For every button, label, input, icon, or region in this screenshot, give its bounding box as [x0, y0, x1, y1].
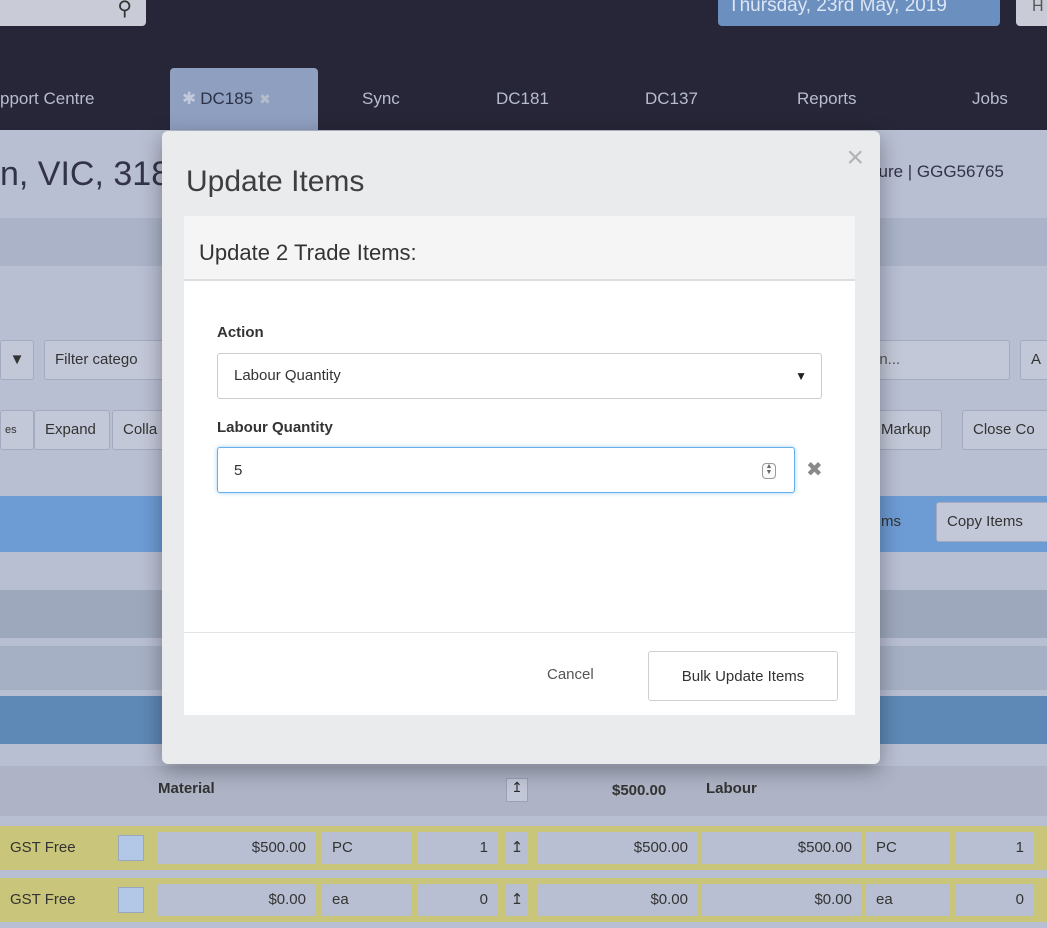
material-qty[interactable]: 0 — [418, 884, 498, 916]
tax-label: GST Free — [10, 839, 76, 856]
labour-rate[interactable]: $500.00 — [702, 832, 862, 864]
material-unit[interactable]: ea — [322, 884, 412, 916]
tab-label: DC185 — [200, 89, 254, 108]
tab-dc185[interactable]: ✱ DC185 ✖ — [170, 68, 318, 130]
tab-dc181[interactable]: DC181 — [496, 68, 549, 130]
rates-button[interactable]: es — [0, 410, 34, 450]
table-header: Material ↥ $500.00 Labour — [0, 766, 1047, 816]
job-reference: sure | GGG56765 — [870, 162, 1004, 181]
close-costing-button[interactable]: Close Co — [962, 410, 1047, 450]
tab-jobs[interactable]: Jobs — [972, 68, 1008, 130]
cancel-button[interactable]: Cancel — [547, 666, 594, 683]
expand-button[interactable]: Expand — [34, 410, 110, 450]
location-search-input[interactable]: on... — [860, 340, 1010, 380]
sort-up-icon[interactable]: ↥ — [506, 832, 528, 864]
table-row: GST Free $0.00 ea 0 ↥ $0.00 $0.00 ea 0 — [0, 878, 1047, 922]
material-rate[interactable]: $0.00 — [158, 884, 316, 916]
search-icon[interactable]: ⚲ — [117, 0, 132, 19]
row-checkbox[interactable] — [118, 887, 144, 913]
sort-up-icon[interactable]: ↥ — [506, 778, 528, 802]
action-select-value: Labour Quantity — [234, 367, 341, 384]
clear-icon[interactable]: ✖ — [806, 457, 823, 482]
material-total: $0.00 — [538, 884, 698, 916]
job-address: n, VIC, 318 — [0, 155, 171, 193]
labour-qty[interactable]: 1 — [956, 832, 1034, 864]
table-row: GST Free $500.00 PC 1 ↥ $500.00 $500.00 … — [0, 826, 1047, 870]
number-spinner-icon[interactable]: ▲ ▼ — [762, 463, 776, 479]
tab-label: pport Centre — [0, 89, 95, 108]
labour-quantity-label: Labour Quantity — [217, 419, 333, 436]
top-bar: ⚲ Thursday, 23rd May, 2019 H pport Centr… — [0, 0, 1047, 130]
bulk-update-items-button[interactable]: Bulk Update Items — [648, 651, 838, 701]
material-total-header: $500.00 — [612, 782, 667, 799]
labour-header: Labour — [706, 780, 757, 797]
caret-down-icon: ▼ — [795, 369, 807, 383]
tab-label: Jobs — [972, 89, 1008, 108]
tab-label: DC137 — [645, 89, 698, 108]
material-unit[interactable]: PC — [322, 832, 412, 864]
tab-label: Sync — [362, 89, 400, 108]
close-tab-icon[interactable]: ✖ — [259, 91, 271, 107]
dropdown-toggle[interactable]: ▼ — [0, 340, 34, 380]
row-checkbox[interactable] — [118, 835, 144, 861]
tab-dc137[interactable]: DC137 — [645, 68, 698, 130]
action-label: Action — [217, 324, 264, 341]
tab-label: DC181 — [496, 89, 549, 108]
close-icon[interactable]: × — [846, 143, 864, 173]
search-box[interactable]: ⚲ — [0, 0, 146, 26]
update-items-modal: Update Items × Update 2 Trade Items: Act… — [162, 131, 880, 764]
add-button[interactable]: A — [1020, 340, 1047, 380]
tab-bar: pport Centre ✱ DC185 ✖ Sync DC181 DC137 Re… — [0, 68, 1047, 130]
footer-divider — [184, 632, 855, 633]
material-qty[interactable]: 1 — [418, 832, 498, 864]
update-panel: Update 2 Trade Items: Action Labour Quan… — [184, 216, 855, 715]
material-total: $500.00 — [538, 832, 698, 864]
material-rate[interactable]: $500.00 — [158, 832, 316, 864]
tab-support-centre[interactable]: pport Centre — [0, 68, 95, 130]
copy-items-button[interactable]: Copy Items — [936, 502, 1047, 542]
labour-rate[interactable]: $0.00 — [702, 884, 862, 916]
sort-up-icon[interactable]: ↥ — [506, 884, 528, 916]
modal-title: Update Items — [186, 165, 365, 198]
tax-label: GST Free — [10, 891, 76, 908]
action-select[interactable]: Labour Quantity ▼ — [217, 353, 822, 399]
labour-unit[interactable]: PC — [866, 832, 950, 864]
markup-button[interactable]: Markup — [870, 410, 942, 450]
panel-heading: Update 2 Trade Items: — [184, 216, 855, 281]
labour-unit[interactable]: ea — [866, 884, 950, 916]
tab-reports[interactable]: Reports — [797, 68, 857, 130]
labour-quantity-input[interactable] — [217, 447, 795, 493]
material-header: Material — [158, 780, 215, 797]
asterisk-icon: ✱ — [182, 89, 197, 108]
user-menu-button[interactable]: H — [1016, 0, 1047, 26]
tab-sync[interactable]: Sync — [362, 68, 400, 130]
date-badge: Thursday, 23rd May, 2019 — [718, 0, 1000, 26]
tab-label: Reports — [797, 89, 857, 108]
labour-qty[interactable]: 0 — [956, 884, 1034, 916]
